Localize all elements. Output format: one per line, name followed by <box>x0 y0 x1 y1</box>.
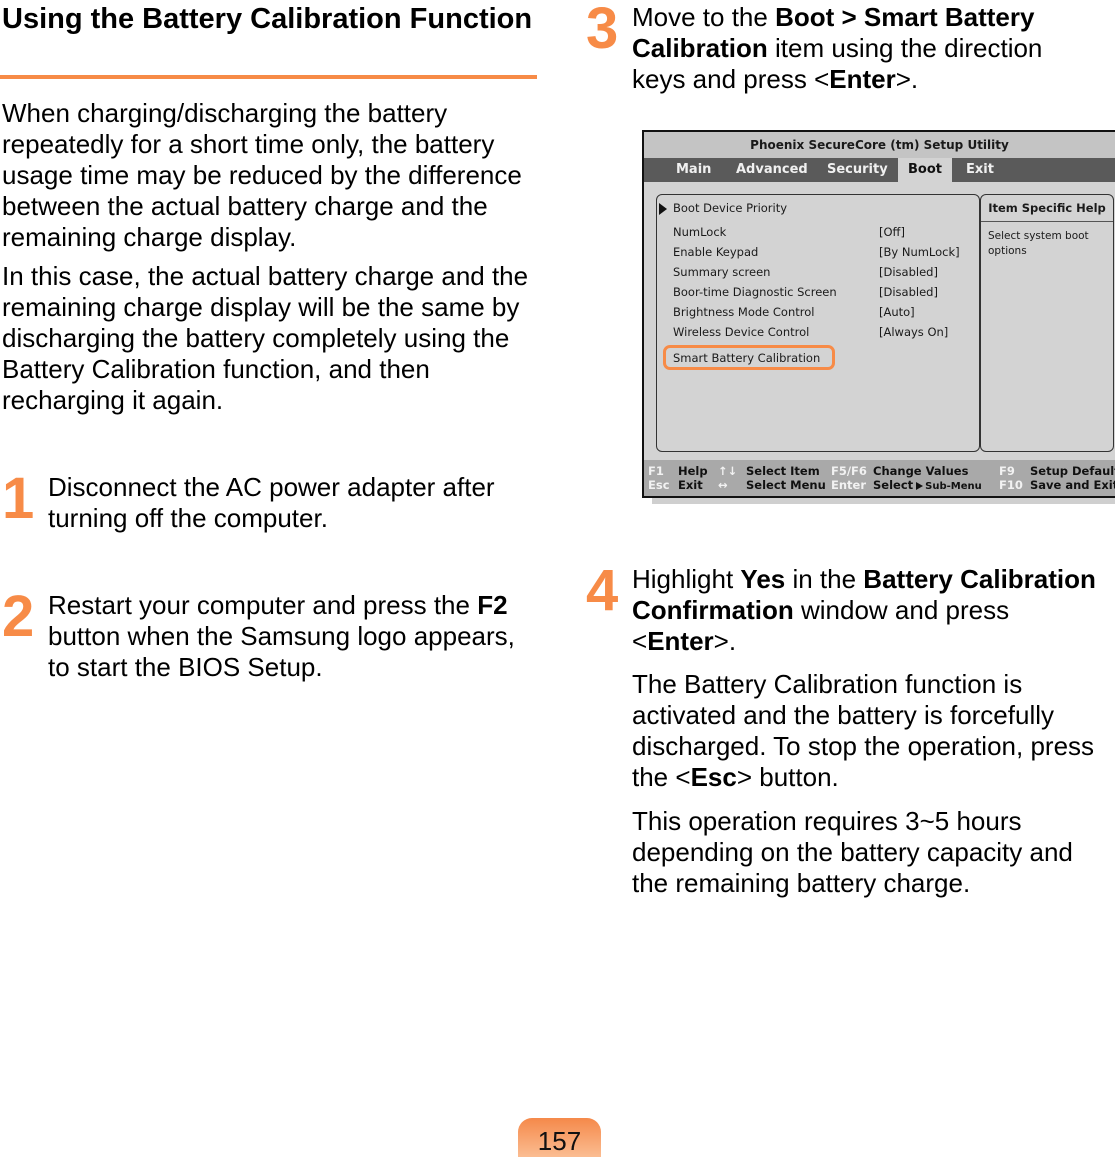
help-text: Select system boot options <box>988 230 1089 257</box>
footer-label: Setup Defaults <box>1030 464 1115 478</box>
bios-item-label[interactable]: NumLock <box>673 225 726 239</box>
bios-item-value[interactable]: [Off] <box>879 225 905 239</box>
footer-key: ↑↓ <box>718 464 738 478</box>
bios-shadow <box>652 498 1115 504</box>
bios-item-label[interactable]: Summary screen <box>673 265 770 279</box>
bios-item-value[interactable]: [Always On] <box>879 325 948 339</box>
bios-tab-security[interactable]: Security <box>817 158 898 182</box>
bios-title: Phoenix SecureCore (tm) Setup Utility <box>644 132 1115 158</box>
bios-item-label[interactable]: Brightness Mode Control <box>673 305 814 319</box>
bios-tab-boot[interactable]: Boot <box>898 158 952 182</box>
step-text: Restart your computer and press the F2 b… <box>48 590 533 683</box>
step-note-1: The Battery Calibration function is acti… <box>632 669 1107 793</box>
footer-label-suffix: Sub-Menu <box>925 481 982 492</box>
help-header: Item Specific Help <box>981 195 1113 222</box>
footer-label: Select Menu <box>746 478 826 492</box>
bios-tab-exit[interactable]: Exit <box>956 158 1004 182</box>
key-label: Enter <box>829 64 896 94</box>
bios-item-smart-battery-calibration[interactable]: Smart Battery Calibration <box>673 351 820 365</box>
key-label: Esc <box>690 762 737 792</box>
footer-label: Change Values <box>873 464 969 478</box>
footer-key: Esc <box>648 478 670 492</box>
bios-menubar: Main Advanced Security Boot Exit <box>644 158 1115 182</box>
text: button when the Samsung logo appears, to… <box>48 621 515 682</box>
footer-key: F5/F6 <box>831 464 867 478</box>
footer-key: ↔ <box>718 478 728 492</box>
footer-key: F10 <box>999 478 1023 492</box>
footer-label: Select Sub-Menu <box>873 478 982 494</box>
bios-tab-advanced[interactable]: Advanced <box>726 158 818 182</box>
bios-item-value[interactable]: [Disabled] <box>879 285 938 299</box>
text: >. <box>713 626 737 656</box>
page-number-badge: 157 <box>518 1118 601 1157</box>
text: >. <box>895 64 919 94</box>
text: Restart your computer and press the <box>48 590 478 620</box>
footer-key: F1 <box>648 464 664 478</box>
key-label: F2 <box>477 590 508 620</box>
submenu-triangle-icon <box>916 481 924 490</box>
footer-label: Exit <box>678 478 703 492</box>
footer-label: Save and Exit <box>1030 478 1115 492</box>
footer-label: Help <box>678 464 708 478</box>
bios-tab-main[interactable]: Main <box>666 158 721 182</box>
option-label: Yes <box>740 564 786 594</box>
step-text: Highlight Yes in the Battery Calibration… <box>632 564 1102 657</box>
bios-item-label[interactable]: Enable Keypad <box>673 245 758 259</box>
key-label: Enter <box>647 626 714 656</box>
step-number: 4 <box>586 558 619 623</box>
intro-paragraph-1: When charging/discharging the battery re… <box>2 98 522 252</box>
step-number: 2 <box>2 584 35 649</box>
step-text: Disconnect the AC power adapter after tu… <box>48 472 495 533</box>
bios-item-value[interactable]: [Disabled] <box>879 265 938 279</box>
intro-paragraph-2: In this case, the actual battery charge … <box>2 261 529 415</box>
text: Highlight <box>632 564 741 594</box>
footer-key: F9 <box>999 464 1015 478</box>
step-text: Move to the Boot > Smart Battery Calibra… <box>632 2 1102 95</box>
footer-label-text: Select <box>873 478 914 492</box>
bios-item-boot-device-priority[interactable]: Boot Device Priority <box>673 201 787 215</box>
section-title: Using the Battery Calibration Function <box>2 3 533 35</box>
step-number: 1 <box>2 466 35 531</box>
bios-item-value[interactable]: [By NumLock] <box>879 245 960 259</box>
text: > button. <box>736 762 839 792</box>
bios-settings-panel: Boot Device Priority NumLock [Off] Enabl… <box>656 194 980 452</box>
text: Move to the <box>632 2 776 32</box>
text: in the <box>785 564 864 594</box>
bios-item-value[interactable]: [Auto] <box>879 305 915 319</box>
bios-help-panel: Item Specific Help Select system boot op… <box>980 194 1114 452</box>
bios-footer: F1 Help ↑↓ Select Item F5/F6 Change Valu… <box>644 460 1115 496</box>
submenu-arrow-icon <box>659 203 667 215</box>
bios-setup-screenshot: Phoenix SecureCore (tm) Setup Utility Ma… <box>642 130 1115 498</box>
step-number: 3 <box>586 0 619 61</box>
footer-key: Enter <box>831 478 867 492</box>
footer-label: Select Item <box>746 464 820 478</box>
title-rule <box>0 75 537 79</box>
step-note-2: This operation requires 3~5 hours depend… <box>632 806 1073 898</box>
bios-item-label[interactable]: Wireless Device Control <box>673 325 809 339</box>
bios-item-label[interactable]: Boor-time Diagnostic Screen <box>673 285 837 299</box>
